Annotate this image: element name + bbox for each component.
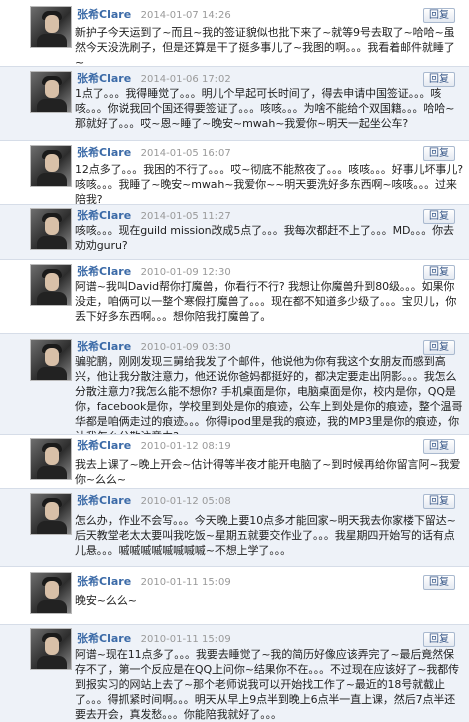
message-item: 张希Clare 2014-01-05 16:07 回复 12点多了。。。我困的不… [0,141,469,206]
author-name[interactable]: 张希Clare [77,340,131,353]
author-name[interactable]: 张希Clare [77,146,131,159]
message-item: 张希Clare 2010-01-11 15:09 回复 阿谱~现在11点多了。。… [0,625,469,722]
timestamp: 2014-01-05 11:27 [140,211,231,222]
message-header: 张希Clare 2010-01-11 15:09 [77,632,231,646]
author-name[interactable]: 张希Clare [77,439,131,452]
reply-button[interactable]: 回复 [423,340,455,355]
reply-button[interactable]: 回复 [423,8,455,23]
timestamp: 2010-01-11 15:09 [140,634,231,645]
avatar[interactable] [30,145,72,187]
message-text: 阿谱~现在11点多了。。。我要去睡觉了~我的简历好像应该弄完了~最后竟然保存不了… [75,648,460,721]
reply-button[interactable]: 回复 [423,72,455,87]
timestamp: 2010-01-12 05:08 [140,496,231,507]
message-header: 张希Clare 2010-01-09 12:30 [77,265,231,279]
reply-button[interactable]: 回复 [423,439,455,454]
author-name[interactable]: 张希Clare [77,72,131,85]
message-header: 张希Clare 2010-01-11 15:09 [77,575,231,589]
message-text: 我去上课了~晚上开会~估计得等半夜才能开电脑了~到时候再给你留言阿~我爱你~么么… [75,458,461,486]
message-item: 张希Clare 2014-01-06 17:02 回复 1点了。。。我得睡觉了。… [0,67,469,140]
avatar[interactable] [30,339,72,381]
message-header: 张希Clare 2014-01-07 14:26 [77,8,231,22]
timestamp: 2010-01-12 08:19 [140,441,231,452]
timestamp: 2010-01-09 12:30 [140,267,231,278]
message-header: 张希Clare 2010-01-09 03:30 [77,340,231,354]
message-header: 张希Clare 2010-01-12 08:19 [77,439,231,453]
timestamp: 2014-01-06 17:02 [140,74,231,85]
message-text: 阿谱~我叫David帮你打魔兽，你看行不行? 我想让你魔兽升到80级。。。如果你… [75,280,457,323]
message-header: 张希Clare 2014-01-05 16:07 [77,146,231,160]
author-name[interactable]: 张希Clare [77,494,131,507]
reply-button[interactable]: 回复 [423,632,455,647]
message-item: 张希Clare 2010-01-12 08:19 回复 我去上课了~晚上开会~估… [0,435,469,488]
avatar[interactable] [30,628,72,670]
avatar[interactable] [30,208,72,250]
message-item: 张希Clare 2010-01-12 05:08 回复 怎么办，作业不会写。。。… [0,489,469,566]
author-name[interactable]: 张希Clare [77,632,131,645]
reply-button[interactable]: 回复 [423,209,455,224]
message-text: 12点多了。。。我困的不行了。。。哎~彻底不能熬夜了。。。咳咳。。。好事儿坏事儿… [75,163,463,206]
message-item: 张希Clare 2010-01-09 03:30 回复 骗驼鹏，刚刚发现三舅给我… [0,334,469,443]
reply-button[interactable]: 回复 [423,265,455,280]
message-text: 新护子今天运到了~而且~我的签证貌似也批下来了~就等9号去取了~哈哈~虽然今天没… [75,26,455,69]
message-text: 1点了。。。我得睡觉了。。。明儿个早起可长时间了，得去申请中国签证。。。咳咳。。… [75,87,455,130]
message-item: 张希Clare 2014-01-07 14:26 回复 新护子今天运到了~而且~… [0,0,469,69]
author-name[interactable]: 张希Clare [77,265,131,278]
message-text: 晚安~么么~ [75,594,137,607]
author-name[interactable]: 张希Clare [77,575,131,588]
avatar[interactable] [30,6,72,48]
reply-button[interactable]: 回复 [423,146,455,161]
author-name[interactable]: 张希Clare [77,8,131,21]
author-name[interactable]: 张希Clare [77,209,131,222]
avatar[interactable] [30,264,72,306]
avatar[interactable] [30,493,72,535]
message-text: 怎么办，作业不会写。。。今天晚上要10点多才能回家~明天我去你家楼下留达~后天教… [75,514,456,557]
message-text: 咳咳。。。现在guild mission改成5点了。。。我每次都赶不上了。。。M… [75,224,454,252]
avatar[interactable] [30,438,72,480]
message-item: 张希Clare 2010-01-11 15:09 回复 晚安~么么~ [0,567,469,624]
timestamp: 2014-01-07 14:26 [140,10,231,21]
reply-button[interactable]: 回复 [423,575,455,590]
avatar[interactable] [30,572,72,614]
message-text: 骗驼鹏，刚刚发现三舅给我发了个邮件，他说他为你有我这个女朋友而感到高兴，他让我分… [75,355,463,443]
message-header: 张希Clare 2014-01-05 11:27 [77,209,231,223]
avatar[interactable] [30,71,72,113]
message-header: 张希Clare 2014-01-06 17:02 [77,72,231,86]
reply-button[interactable]: 回复 [423,494,455,509]
message-item: 张希Clare 2010-01-09 12:30 回复 阿谱~我叫David帮你… [0,260,469,333]
timestamp: 2014-01-05 16:07 [140,148,231,159]
message-item: 张希Clare 2014-01-05 11:27 回复 咳咳。。。现在guild… [0,205,469,259]
timestamp: 2010-01-11 15:09 [140,577,231,588]
timestamp: 2010-01-09 03:30 [140,342,231,353]
message-header: 张希Clare 2010-01-12 05:08 [77,494,231,508]
